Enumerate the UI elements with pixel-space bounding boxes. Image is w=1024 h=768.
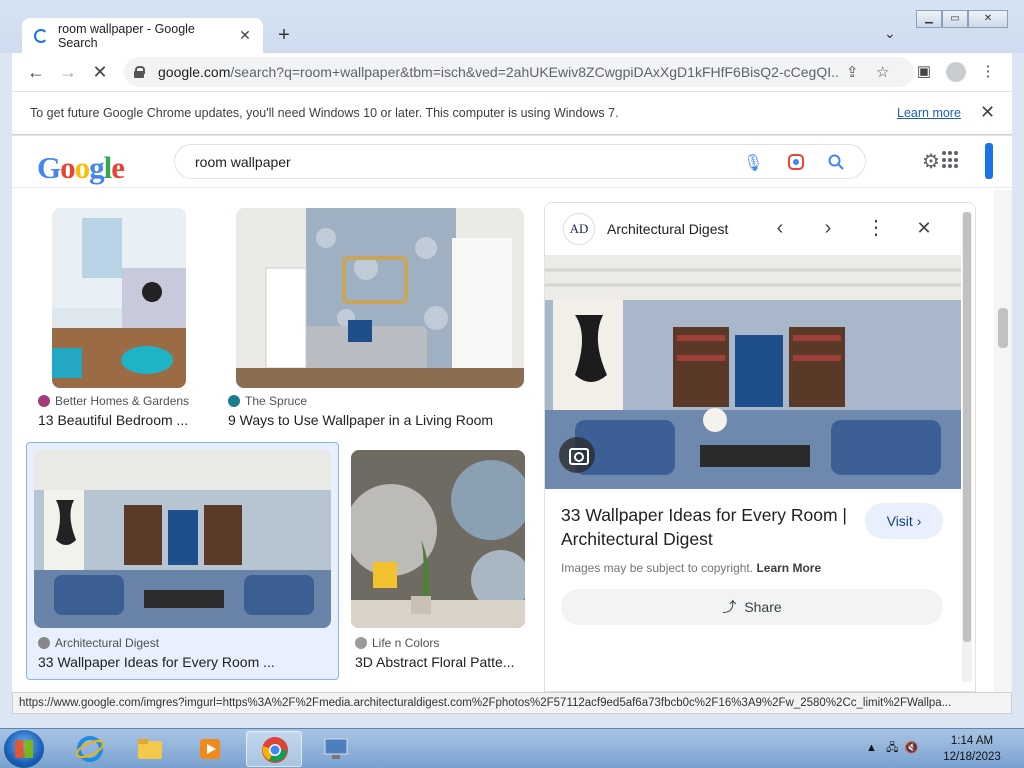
tab-search-chevron-icon[interactable]: ⌄ (884, 25, 896, 42)
result-thumbnail-ad-room[interactable] (34, 450, 331, 628)
panel-title[interactable]: 33 Wallpaper Ideas for Every Room | Arch… (561, 503, 861, 551)
system-tray[interactable]: ▲ 🖧 🔇 (866, 739, 918, 758)
search-results-page: Google room wallpaper 🎙 ⚙ Better Homes &… (12, 136, 1012, 692)
infobar-learn-more-link[interactable]: Learn more (897, 106, 961, 120)
source-favicon (38, 637, 50, 649)
lens-camera-icon[interactable] (787, 153, 805, 176)
maximize-button[interactable]: ▭ (942, 10, 968, 28)
result-thumbnail-living-room[interactable] (236, 208, 524, 388)
stop-loading-button[interactable]: ✕ (88, 60, 112, 84)
url-text[interactable]: google.com/search?q=room+wallpaper&tbm=i… (158, 64, 838, 80)
image-preview-panel: AD Architectural Digest ‹ › ⋮ ✕ 33 Wallp… (544, 202, 976, 692)
visit-button[interactable]: Visit › (865, 503, 943, 539)
lock-icon (134, 66, 145, 78)
copyright-learn-more-link[interactable]: Learn More (756, 561, 821, 575)
panel-scrollbar[interactable] (962, 212, 972, 682)
new-tab-button[interactable]: + (272, 23, 296, 47)
google-apps-grid-icon[interactable] (942, 151, 960, 169)
taskbar-remote-desktop[interactable] (308, 731, 364, 767)
clock-date: 12/18/2023 (943, 751, 1001, 763)
tab-strip: room wallpaper - Google Search ✕ + ⌄ ▁ ▭… (0, 0, 1024, 53)
close-panel-icon[interactable]: ✕ (911, 215, 937, 241)
result-source: Architectural Digest (38, 636, 159, 650)
preview-image[interactable] (545, 255, 961, 489)
result-source: Life n Colors (355, 636, 439, 650)
voice-search-mic-icon[interactable]: 🎙 (743, 153, 763, 173)
source-logo: AD (563, 213, 595, 245)
tab-title: room wallpaper - Google Search (58, 21, 195, 50)
tab-google-search[interactable]: room wallpaper - Google Search ✕ (22, 18, 263, 53)
result-title[interactable]: 33 Wallpaper Ideas for Every Room ... (38, 654, 328, 670)
panel-header: AD Architectural Digest ‹ › ⋮ ✕ (545, 203, 975, 255)
source-favicon (355, 637, 367, 649)
result-source: Better Homes & Gardens (38, 394, 189, 408)
panel-source-name[interactable]: Architectural Digest (607, 221, 728, 237)
volume-muted-icon[interactable]: 🔇 (904, 742, 918, 754)
previous-image-chevron-icon[interactable]: ‹ (767, 215, 793, 241)
search-input[interactable]: room wallpaper 🎙 (174, 144, 866, 179)
chevron-right-icon: › (916, 513, 922, 529)
infobar-close-icon[interactable]: ✕ (980, 102, 995, 123)
bookmark-star-icon[interactable]: ☆ (876, 63, 889, 81)
google-logo[interactable]: Google (37, 150, 125, 186)
side-panel-icon[interactable]: ▣ (914, 62, 934, 82)
address-bar[interactable]: google.com/search?q=room+wallpaper&tbm=i… (124, 57, 914, 87)
settings-gear-icon[interactable]: ⚙ (922, 149, 940, 174)
close-window-button[interactable]: ✕ (968, 10, 1008, 28)
result-source: The Spruce (228, 394, 307, 408)
google-header: Google room wallpaper 🎙 ⚙ (12, 136, 1012, 188)
share-button[interactable]: ⤴ Share (561, 589, 943, 625)
windows-taskbar: ▲ 🖧 🔇 1:14 AM 12/18/2023 (0, 728, 1024, 768)
infobar-message: To get future Google Chrome updates, you… (30, 106, 619, 120)
chrome-icon (262, 737, 288, 763)
result-title[interactable]: 9 Ways to Use Wallpaper in a Living Room (228, 412, 528, 428)
browser-toolbar: ← → ✕ google.com/search?q=room+wallpaper… (12, 53, 1012, 91)
share-icon: ⤴ (722, 599, 737, 615)
google-lens-icon[interactable] (559, 437, 595, 473)
result-thumbnail-bedroom[interactable] (52, 208, 186, 388)
account-indicator (985, 143, 993, 179)
back-button[interactable]: ← (24, 60, 48, 84)
page-scrollbar[interactable] (994, 190, 1012, 692)
tab-close-icon[interactable]: ✕ (235, 27, 255, 44)
taskbar-chrome[interactable] (246, 731, 302, 767)
result-thumbnail-floral[interactable] (351, 450, 525, 628)
copyright-notice: Images may be subject to copyright. Lear… (561, 561, 822, 575)
minimize-button[interactable]: ▁ (916, 10, 942, 28)
folder-icon (138, 739, 162, 759)
media-player-icon (200, 739, 220, 759)
taskbar-file-explorer[interactable] (122, 731, 178, 767)
search-query[interactable]: room wallpaper (195, 154, 291, 170)
internet-explorer-icon (76, 736, 104, 762)
update-infobar: To get future Google Chrome updates, you… (12, 91, 1012, 135)
status-url-bubble: https://www.google.com/imgres?imgurl=htt… (12, 692, 1012, 714)
share-page-icon[interactable]: ⇪ (846, 63, 859, 81)
result-title[interactable]: 3D Abstract Floral Patte... (355, 654, 525, 670)
search-magnifier-icon[interactable] (827, 153, 845, 176)
show-hidden-icons-icon[interactable]: ▲ (866, 742, 877, 754)
source-favicon (228, 395, 240, 407)
forward-button[interactable]: → (56, 60, 80, 84)
more-options-kebab-icon[interactable]: ⋮ (863, 215, 889, 241)
monitor-icon (324, 738, 348, 759)
network-icon[interactable]: 🖧 (886, 742, 898, 754)
taskbar-clock[interactable]: 1:14 AM 12/18/2023 (930, 733, 1014, 765)
profile-avatar-icon[interactable] (946, 62, 966, 82)
source-favicon (38, 395, 50, 407)
next-image-chevron-icon[interactable]: › (815, 215, 841, 241)
menu-kebab-icon[interactable]: ⋮ (978, 62, 998, 82)
result-title[interactable]: 13 Beautiful Bedroom ... (38, 412, 218, 428)
loading-spinner-icon (34, 28, 48, 43)
clock-time: 1:14 AM (950, 735, 994, 747)
chrome-window: room wallpaper - Google Search ✕ + ⌄ ▁ ▭… (0, 0, 1024, 728)
start-button[interactable] (4, 730, 44, 768)
taskbar-internet-explorer[interactable] (62, 731, 118, 767)
taskbar-media-player[interactable] (182, 731, 238, 767)
